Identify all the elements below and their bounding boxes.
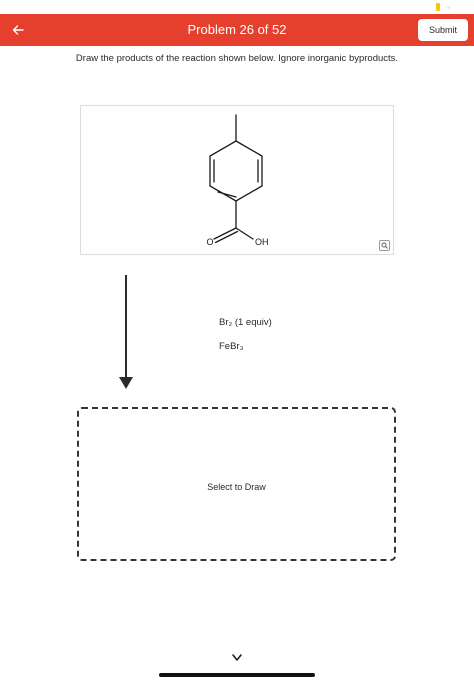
reagent-bromine: Br₂ (1 equiv) [219, 317, 272, 328]
home-indicator [159, 673, 315, 677]
magnifier-icon [381, 242, 388, 249]
arrow-left-icon [12, 25, 24, 35]
back-button[interactable] [6, 18, 30, 42]
hydroxyl-label: OH [255, 237, 269, 247]
problem-instruction: Draw the products of the reaction shown … [75, 53, 399, 64]
battery-indicator [436, 3, 440, 11]
oxygen-label: O [206, 237, 213, 247]
reaction-arrow [119, 275, 133, 389]
select-to-draw-label: Select to Draw [207, 482, 266, 492]
reactant-structure-box: O OH [80, 105, 394, 255]
zoom-button[interactable] [379, 240, 390, 251]
header-bar: Problem 26 of 52 Submit [0, 14, 474, 46]
reactant-molecule: O OH [206, 114, 269, 247]
status-bar [0, 0, 474, 14]
submit-button[interactable]: Submit [418, 19, 468, 41]
reagent-catalyst: FeBr₃ [219, 341, 244, 352]
drawing-area[interactable]: Select to Draw [77, 407, 396, 561]
hydroxyl-bond [235, 227, 254, 240]
status-dot [447, 6, 450, 9]
chevron-down-icon[interactable] [230, 653, 244, 663]
page-title: Problem 26 of 52 [187, 22, 287, 37]
